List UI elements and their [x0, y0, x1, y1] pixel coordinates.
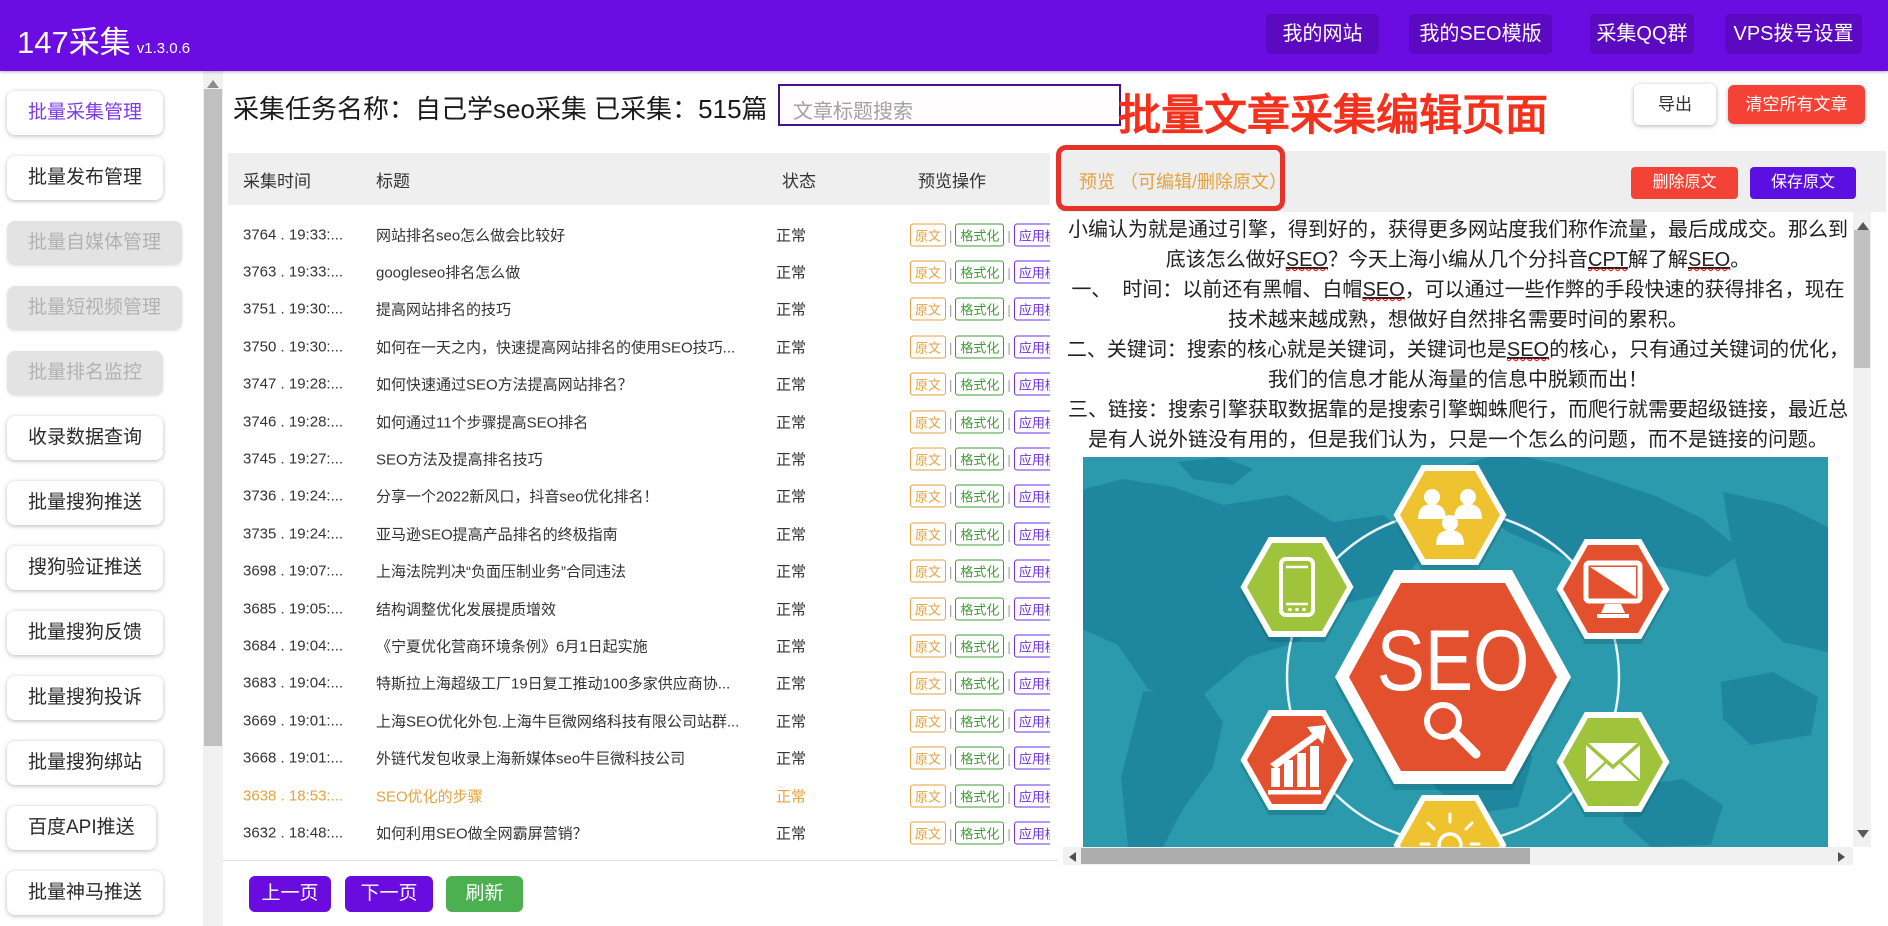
svg-text:SEO: SEO: [1377, 612, 1530, 708]
